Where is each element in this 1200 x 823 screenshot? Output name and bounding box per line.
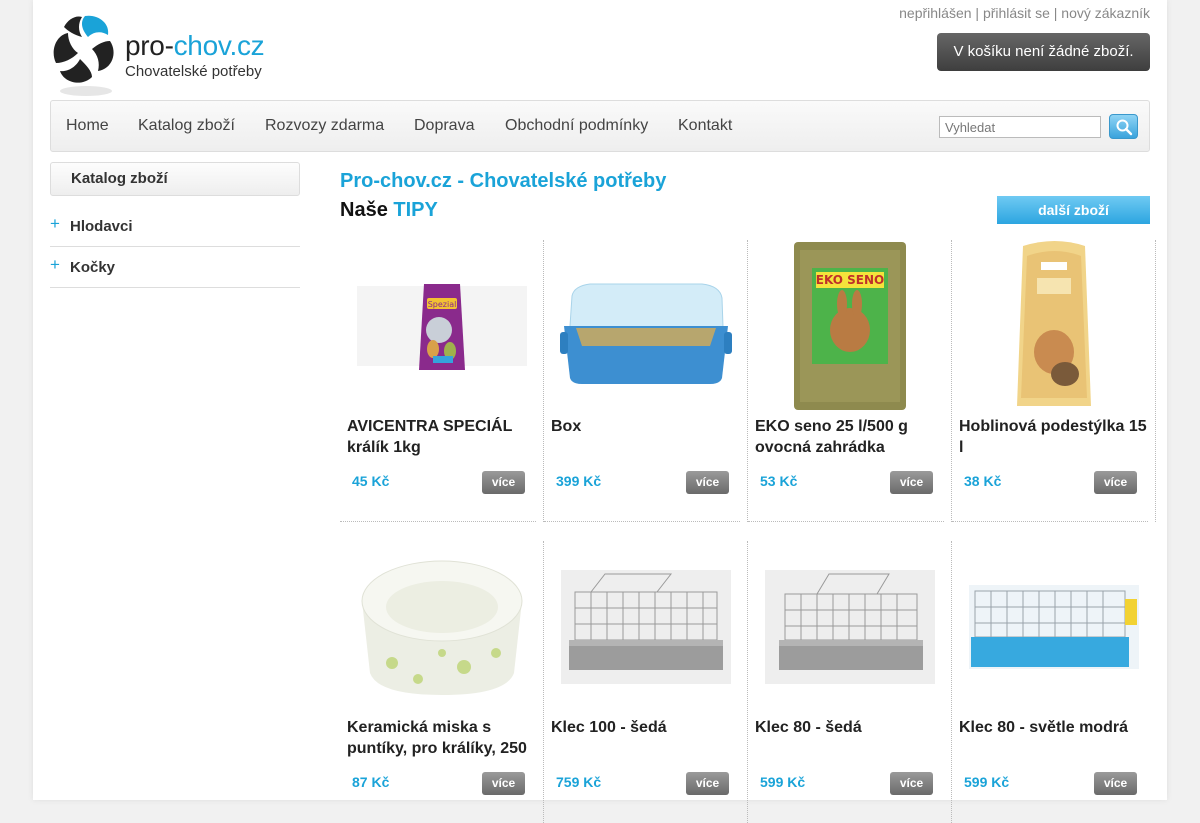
- search-icon: [1116, 119, 1132, 135]
- product-name[interactable]: Keramická miska s puntíky, pro králíky, …: [347, 717, 539, 759]
- product-image[interactable]: [552, 240, 740, 412]
- product-price: 38 Kč: [964, 473, 1002, 489]
- more-button[interactable]: více: [686, 772, 729, 795]
- more-button[interactable]: více: [1094, 772, 1137, 795]
- sidebar-item-label: Hlodavci: [70, 218, 133, 235]
- product-name[interactable]: Klec 100 - šedá: [551, 717, 743, 738]
- nav-item-home[interactable]: Home: [66, 117, 109, 135]
- main-nav: Home Katalog zboží Rozvozy zdarma Doprav…: [50, 100, 1150, 152]
- more-goods-button[interactable]: další zboží: [997, 196, 1150, 224]
- plus-icon: +: [50, 214, 60, 233]
- product-image[interactable]: Spezial: [348, 240, 536, 412]
- page-container: pro-chov.cz Chovatelské potřeby nepřihlá…: [33, 0, 1167, 823]
- divider: [952, 521, 1148, 522]
- logo-mark-icon: [53, 15, 114, 96]
- product-card[interactable]: Klec 80 - šedá 599 Kč více: [748, 541, 952, 823]
- more-button[interactable]: více: [482, 471, 525, 494]
- product-card[interactable]: Klec 100 - šedá 759 Kč více: [544, 541, 748, 823]
- divider: [544, 521, 740, 522]
- bowl-icon: [361, 560, 523, 695]
- product-name[interactable]: EKO seno 25 l/500 g ovocná zahrádka: [755, 416, 947, 458]
- product-card[interactable]: Hoblinová podestýlka 15 l 38 Kč více: [952, 240, 1156, 522]
- cage-grey-icon: [765, 570, 935, 684]
- food-bag-icon: Spezial: [357, 284, 527, 370]
- product-name[interactable]: Klec 80 - šedá: [755, 717, 947, 738]
- plus-icon: +: [50, 255, 60, 274]
- product-price: 53 Kč: [760, 473, 798, 489]
- tips-heading: Naše TIPY: [340, 199, 438, 221]
- user-links: nepřihlášen | přihlásit se | nový zákazn…: [899, 5, 1150, 21]
- nav-item-contact[interactable]: Kontakt: [678, 117, 732, 135]
- product-price: 87 Kč: [352, 774, 390, 790]
- product-price: 599 Kč: [760, 774, 806, 790]
- product-image[interactable]: [756, 541, 944, 713]
- product-price: 759 Kč: [556, 774, 602, 790]
- nav-item-shipping[interactable]: Doprava: [414, 117, 474, 135]
- product-image[interactable]: [960, 240, 1148, 412]
- page-title: Pro-chov.cz - Chovatelské potřeby: [340, 170, 667, 192]
- product-image[interactable]: [552, 541, 740, 713]
- hay-bag-icon: EKO SENO: [794, 242, 906, 410]
- svg-text:Spezial: Spezial: [428, 300, 457, 309]
- product-name[interactable]: Hoblinová podestýlka 15 l: [959, 416, 1151, 458]
- search-input[interactable]: [939, 116, 1101, 138]
- divider: [1155, 240, 1156, 522]
- cage-blue-icon: [969, 585, 1139, 669]
- cage-grey-icon: [561, 570, 731, 684]
- more-button[interactable]: více: [482, 772, 525, 795]
- separator: |: [975, 5, 980, 21]
- product-image[interactable]: [348, 541, 536, 713]
- site-logo[interactable]: pro-chov.cz Chovatelské potřeby: [52, 11, 282, 97]
- logo-subtitle: Chovatelské potřeby: [125, 63, 262, 80]
- sidebar-item-label: Kočky: [70, 259, 116, 276]
- search-button[interactable]: [1109, 114, 1138, 139]
- product-card[interactable]: EKO SENO EKO seno 25 l/500 g ovocná zahr…: [748, 240, 952, 522]
- more-button[interactable]: více: [1094, 471, 1137, 494]
- svg-text:EKO SENO: EKO SENO: [816, 273, 884, 287]
- product-name[interactable]: Box: [551, 416, 743, 437]
- product-price: 399 Kč: [556, 473, 602, 489]
- sidebar-item-kocky[interactable]: + Kočky: [50, 247, 300, 288]
- separator: |: [1053, 5, 1058, 21]
- logo-text: pro-chov.cz Chovatelské potřeby: [125, 30, 265, 81]
- product-card[interactable]: Box 399 Kč více: [544, 240, 748, 522]
- cart-button[interactable]: V košíku není žádné zboží.: [937, 33, 1150, 71]
- box-icon: [560, 283, 732, 384]
- product-image[interactable]: EKO SENO: [756, 240, 944, 412]
- nav-item-free-delivery[interactable]: Rozvozy zdarma: [265, 117, 384, 135]
- nav-item-catalog[interactable]: Katalog zboží: [138, 117, 235, 135]
- sidebar-item-hlodavci[interactable]: + Hlodavci: [50, 206, 300, 247]
- product-image[interactable]: [960, 541, 1148, 713]
- divider: [748, 521, 944, 522]
- product-price: 599 Kč: [964, 774, 1010, 790]
- login-status-text: nepřihlášen: [899, 5, 972, 21]
- nav-item-terms[interactable]: Obchodní podmínky: [505, 117, 648, 135]
- product-price: 45 Kč: [352, 473, 390, 489]
- product-name[interactable]: AVICENTRA SPECIÁL králík 1kg: [347, 416, 539, 458]
- product-card[interactable]: Klec 80 - světle modrá 599 Kč více: [952, 541, 1156, 823]
- more-button[interactable]: více: [890, 772, 933, 795]
- product-name[interactable]: Klec 80 - světle modrá: [959, 717, 1151, 738]
- login-link[interactable]: přihlásit se: [983, 5, 1050, 21]
- bedding-bag-icon: [1017, 241, 1091, 406]
- divider: [340, 521, 536, 522]
- more-button[interactable]: více: [890, 471, 933, 494]
- product-card[interactable]: Keramická miska s puntíky, pro králíky, …: [340, 541, 544, 823]
- product-card[interactable]: Spezial AVICENTRA SPECIÁL králík 1kg 45 …: [340, 240, 544, 522]
- logo-title: pro-chov.cz: [125, 30, 265, 61]
- more-button[interactable]: více: [686, 471, 729, 494]
- register-link[interactable]: nový zákazník: [1061, 5, 1150, 21]
- sidebar-title: Katalog zboží: [50, 162, 300, 196]
